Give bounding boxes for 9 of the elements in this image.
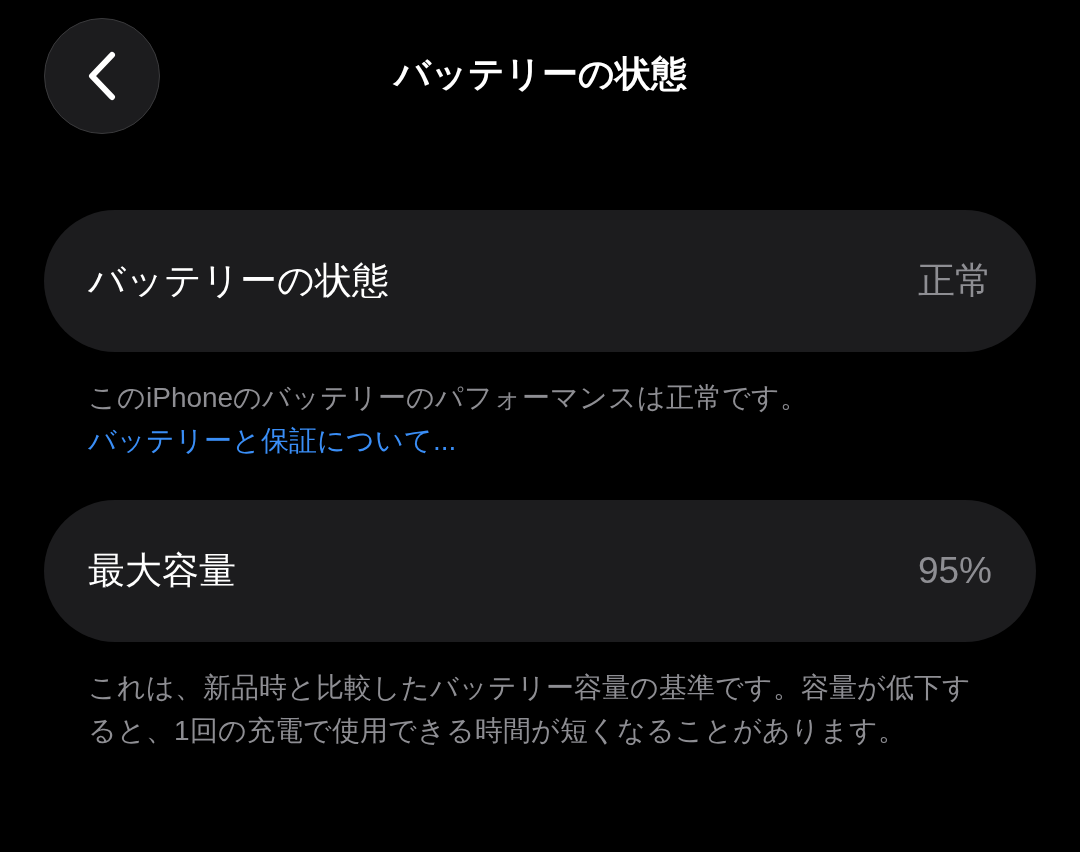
row-label: バッテリーの状態 [88, 259, 389, 304]
footer-text: このiPhoneのバッテリーのパフォーマンスは正常です。 バッテリーと保証について... [87, 381, 810, 458]
page-title: バッテリーの状態 [393, 52, 687, 96]
footer-text: これは、新品時と比較したバッテリー容量の基準です。容量が低下すると、1回の充電で使用できる時間が短くなることがあります。 [87, 671, 972, 748]
row-value: 正常 [918, 259, 992, 304]
row-label: 最大容量 [88, 549, 236, 594]
warranty-link[interactable]: バッテリーと保証について... [88, 425, 457, 456]
back-icon [86, 51, 118, 101]
row-value: 95% [917, 549, 992, 594]
